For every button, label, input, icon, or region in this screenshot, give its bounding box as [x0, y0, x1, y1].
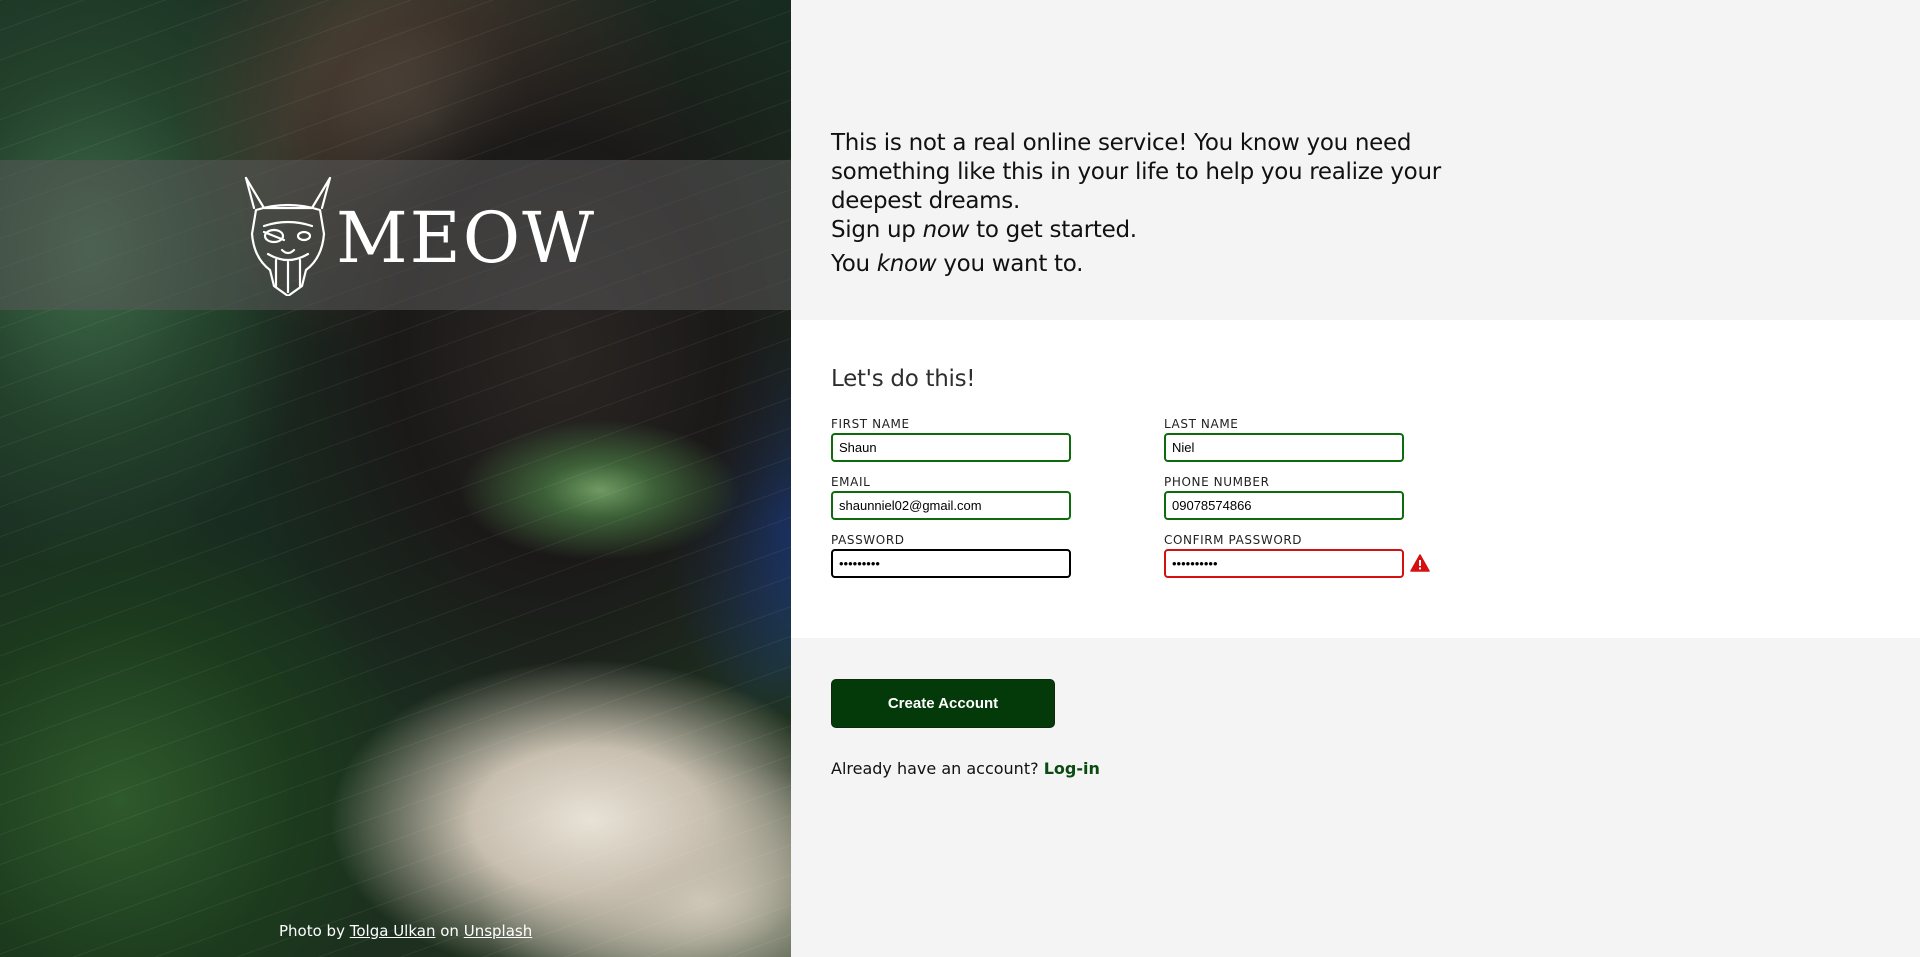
signup-page: MEOW Photo by Tolga Ulkan on Unsplash Th… [0, 0, 1920, 957]
first-name-group: FIRST NAME [831, 417, 1071, 462]
logo-text: MEOW [336, 197, 597, 279]
last-name-label: LAST NAME [1164, 417, 1239, 431]
form-heading: Let's do this! [831, 366, 976, 392]
password-group: PASSWORD [831, 533, 1071, 578]
know-line: You know you want to. [831, 250, 1083, 279]
create-account-button[interactable]: Create Account [831, 679, 1055, 728]
login-link[interactable]: Log-in [1044, 759, 1100, 778]
email-group: EMAIL [831, 475, 1071, 520]
phone-label: PHONE NUMBER [1164, 475, 1270, 489]
credit-prefix: Photo by [279, 922, 345, 940]
cat-viking-head-icon [244, 176, 332, 296]
signup-prefix: Sign up [831, 217, 916, 243]
actions-section: Create Account Already have an account? … [791, 638, 1920, 957]
phone-group: PHONE NUMBER [1164, 475, 1404, 520]
last-name-input[interactable] [1164, 433, 1404, 462]
confirm-password-label: CONFIRM PASSWORD [1164, 533, 1303, 547]
intro-line: This is not a real online service! You k… [831, 130, 1441, 214]
brand-logo: MEOW [242, 174, 596, 296]
cat-photo-panel: MEOW Photo by Tolga Ulkan on Unsplash [0, 0, 791, 957]
know-emphasis: know [876, 251, 937, 277]
first-name-input[interactable] [831, 433, 1071, 462]
intro-section: This is not a real online service! You k… [791, 0, 1920, 320]
credit-author-link[interactable]: Tolga Ulkan [350, 922, 436, 940]
last-name-group: LAST NAME [1164, 417, 1404, 462]
signup-form: Let's do this! FIRST NAME LAST NAME EMAI… [791, 320, 1920, 638]
login-prompt: Already have an account? [831, 759, 1039, 778]
email-input[interactable] [831, 491, 1071, 520]
confirm-password-input[interactable] [1164, 549, 1404, 578]
credit-site-link[interactable]: Unsplash [464, 922, 533, 940]
password-input[interactable] [831, 549, 1071, 578]
signup-content: This is not a real online service! You k… [791, 0, 1920, 957]
signup-suffix: to get started. [976, 217, 1137, 243]
phone-input[interactable] [1164, 491, 1404, 520]
know-suffix: you want to. [943, 251, 1084, 277]
password-label: PASSWORD [831, 533, 905, 547]
know-prefix: You [831, 251, 870, 277]
email-label: EMAIL [831, 475, 871, 489]
credit-middle: on [440, 922, 459, 940]
login-line: Already have an account? Log-in [831, 759, 1100, 778]
intro-text: This is not a real online service! You k… [831, 129, 1531, 245]
warning-icon [1410, 554, 1430, 572]
photo-credit: Photo by Tolga Ulkan on Unsplash [279, 922, 532, 940]
signup-emphasis: now [922, 217, 970, 243]
first-name-label: FIRST NAME [831, 417, 910, 431]
confirm-password-group: CONFIRM PASSWORD [1164, 533, 1430, 578]
